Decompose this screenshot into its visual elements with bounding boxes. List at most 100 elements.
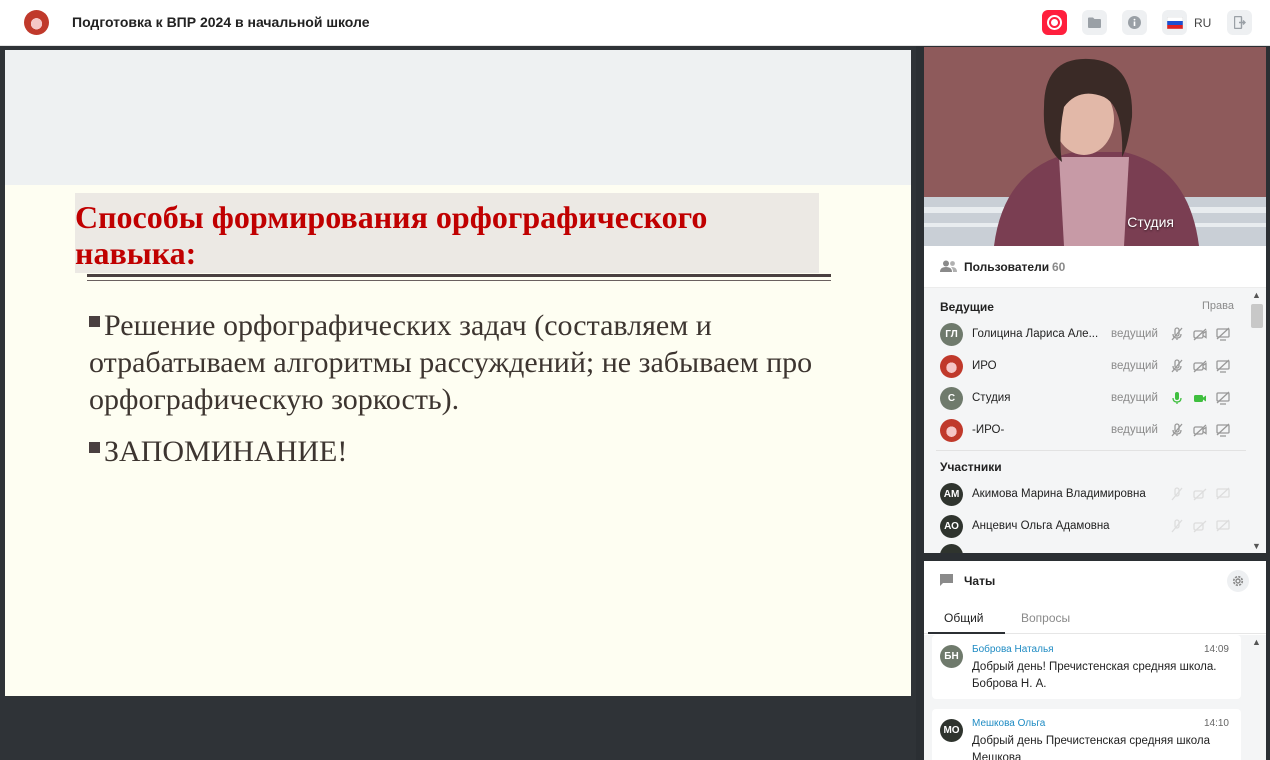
user-row[interactable]: ИРО ведущий xyxy=(924,350,1250,382)
message-text: Добрый день! Пречистенская средняя школа… xyxy=(972,661,1217,690)
camera-off-icon[interactable] xyxy=(1192,326,1208,342)
mic-off-icon[interactable] xyxy=(1169,326,1185,342)
camera-off-icon xyxy=(1193,520,1207,533)
users-scrollbar[interactable]: ▲ ▼ xyxy=(1248,288,1266,553)
record-button[interactable] xyxy=(1042,10,1067,35)
users-panel: Пользователи 60 Ведущие Права ГЛ Голицин… xyxy=(924,246,1266,553)
bullet-square-icon xyxy=(89,316,100,327)
slide-divider xyxy=(87,274,831,277)
chevron-down-icon[interactable]: ▼ xyxy=(1252,541,1261,551)
webcam-video[interactable]: Студия xyxy=(924,47,1266,246)
rights-label: Права xyxy=(1202,300,1234,312)
slide-title: Способы формирования орфографического на… xyxy=(75,199,708,271)
exit-icon xyxy=(1233,16,1246,29)
screen-share-off-icon[interactable] xyxy=(1215,326,1231,342)
bullet-square-icon xyxy=(89,442,100,453)
page-title: Подготовка к ВПР 2024 в начальной школе xyxy=(72,14,370,30)
avatar: АО xyxy=(940,515,963,538)
user-row[interactable]: АО Анцевич Ольга Адамовна xyxy=(924,510,1250,542)
chat-icon xyxy=(940,574,953,586)
camera-off-icon xyxy=(1193,488,1207,501)
slide-bullet: ЗАПОМИНАНИЕ! xyxy=(89,433,347,470)
users-list: Ведущие Права ГЛ Голицина Лариса Але... … xyxy=(924,288,1250,553)
mic-off-icon[interactable] xyxy=(1169,422,1185,438)
chat-settings-button[interactable] xyxy=(1227,570,1249,592)
users-header[interactable]: Пользователи 60 xyxy=(924,246,1266,288)
screen-share-off-icon[interactable] xyxy=(1215,358,1231,374)
user-row[interactable]: АМ Акимова Марина Владимировна xyxy=(924,478,1250,510)
message-author[interactable]: Боброва Наталья xyxy=(972,644,1054,655)
user-row[interactable]: -ИРО- ведущий xyxy=(924,414,1250,446)
user-row[interactable]: ГЛ Голицина Лариса Але... ведущий xyxy=(924,318,1250,350)
message-time: 14:10 xyxy=(1203,718,1229,729)
message-text: Добрый день Пречистенская средняя школа … xyxy=(972,735,1211,760)
chats-header[interactable]: Чаты xyxy=(924,561,1266,601)
message-author[interactable]: Мешкова Ольга xyxy=(972,718,1045,729)
files-button[interactable] xyxy=(1082,10,1107,35)
message-time: 14:09 xyxy=(1203,644,1229,655)
user-name: Студия xyxy=(972,392,1011,404)
exit-button[interactable] xyxy=(1227,10,1252,35)
user-role: ведущий xyxy=(1111,360,1158,372)
avatar: ГЛ xyxy=(940,323,963,346)
presenter-video-frame xyxy=(924,47,1266,246)
chat-messages: БН Боброва Наталья 14:09 Добрый день! Пр… xyxy=(924,635,1250,760)
avatar: АМ xyxy=(940,483,963,506)
language-button[interactable] xyxy=(1162,10,1187,35)
chevron-up-icon[interactable]: ▲ xyxy=(1252,290,1261,300)
camera-off-icon[interactable] xyxy=(1192,422,1208,438)
avatar xyxy=(940,544,963,553)
chat-message: БН Боброва Наталья 14:09 Добрый день! Пр… xyxy=(932,635,1241,699)
active-tab-indicator xyxy=(928,632,1005,634)
russia-flag-icon xyxy=(1166,16,1183,29)
avatar: БН xyxy=(940,645,963,668)
users-count: 60 xyxy=(1052,260,1066,274)
video-label: Студия xyxy=(1127,214,1174,230)
iro-logo-avatar-icon xyxy=(940,419,963,442)
chats-panel: Чаты Общий Вопросы БН Боброва Наталья 14… xyxy=(924,561,1266,760)
info-icon xyxy=(1128,16,1141,29)
mic-on-icon[interactable] xyxy=(1169,390,1185,406)
record-icon xyxy=(1047,15,1062,30)
user-name: Анцевич Ольга Адамовна xyxy=(972,520,1110,532)
user-row[interactable]: С Студия ведущий xyxy=(924,382,1250,414)
window-edge xyxy=(1266,46,1270,760)
user-name: -ИРО- xyxy=(972,424,1005,436)
presentation-area: Способы формирования орфографического на… xyxy=(0,46,916,760)
top-bar: Подготовка к ВПР 2024 в начальной школе … xyxy=(0,0,1270,46)
participants-section-title: Участники xyxy=(940,460,1002,474)
hosts-section-title: Ведущие xyxy=(940,300,994,314)
gear-icon xyxy=(1232,575,1244,587)
mic-off-icon[interactable] xyxy=(1169,358,1185,374)
chat-scrollbar[interactable]: ▲ xyxy=(1248,635,1266,760)
screen-share-off-icon[interactable] xyxy=(1215,422,1231,438)
chevron-up-icon[interactable]: ▲ xyxy=(1252,637,1261,647)
user-name: Голицина Лариса Але... xyxy=(972,328,1099,340)
user-name: Акимова Марина Владимировна xyxy=(972,488,1146,500)
panel-divider[interactable] xyxy=(916,46,924,760)
tab-general[interactable]: Общий xyxy=(944,611,984,625)
users-title: Пользователи xyxy=(964,260,1050,274)
app-logo-icon xyxy=(24,10,49,35)
users-icon xyxy=(940,260,957,272)
slide-bullet: Решение орфографических задач (составляе… xyxy=(89,309,813,416)
screen-share-off-icon xyxy=(1216,487,1230,500)
chat-tabs: Общий Вопросы xyxy=(924,601,1266,634)
screen-share-off-icon xyxy=(1216,519,1230,532)
avatar: МО xyxy=(940,719,963,742)
avatar: С xyxy=(940,387,963,410)
camera-off-icon[interactable] xyxy=(1192,358,1208,374)
slide-divider-thin xyxy=(87,280,831,281)
screen-share-off-icon[interactable] xyxy=(1215,390,1231,406)
user-role: ведущий xyxy=(1111,328,1158,340)
camera-on-icon[interactable] xyxy=(1192,390,1208,406)
panel-divider[interactable] xyxy=(924,553,1270,561)
mic-off-icon xyxy=(1171,519,1183,533)
info-button[interactable] xyxy=(1122,10,1147,35)
tab-questions[interactable]: Вопросы xyxy=(1021,611,1070,625)
scrollbar-thumb[interactable] xyxy=(1251,304,1263,328)
user-role: ведущий xyxy=(1111,424,1158,436)
language-code[interactable]: RU xyxy=(1194,16,1211,30)
section-divider xyxy=(936,450,1246,451)
mic-off-icon xyxy=(1171,487,1183,501)
